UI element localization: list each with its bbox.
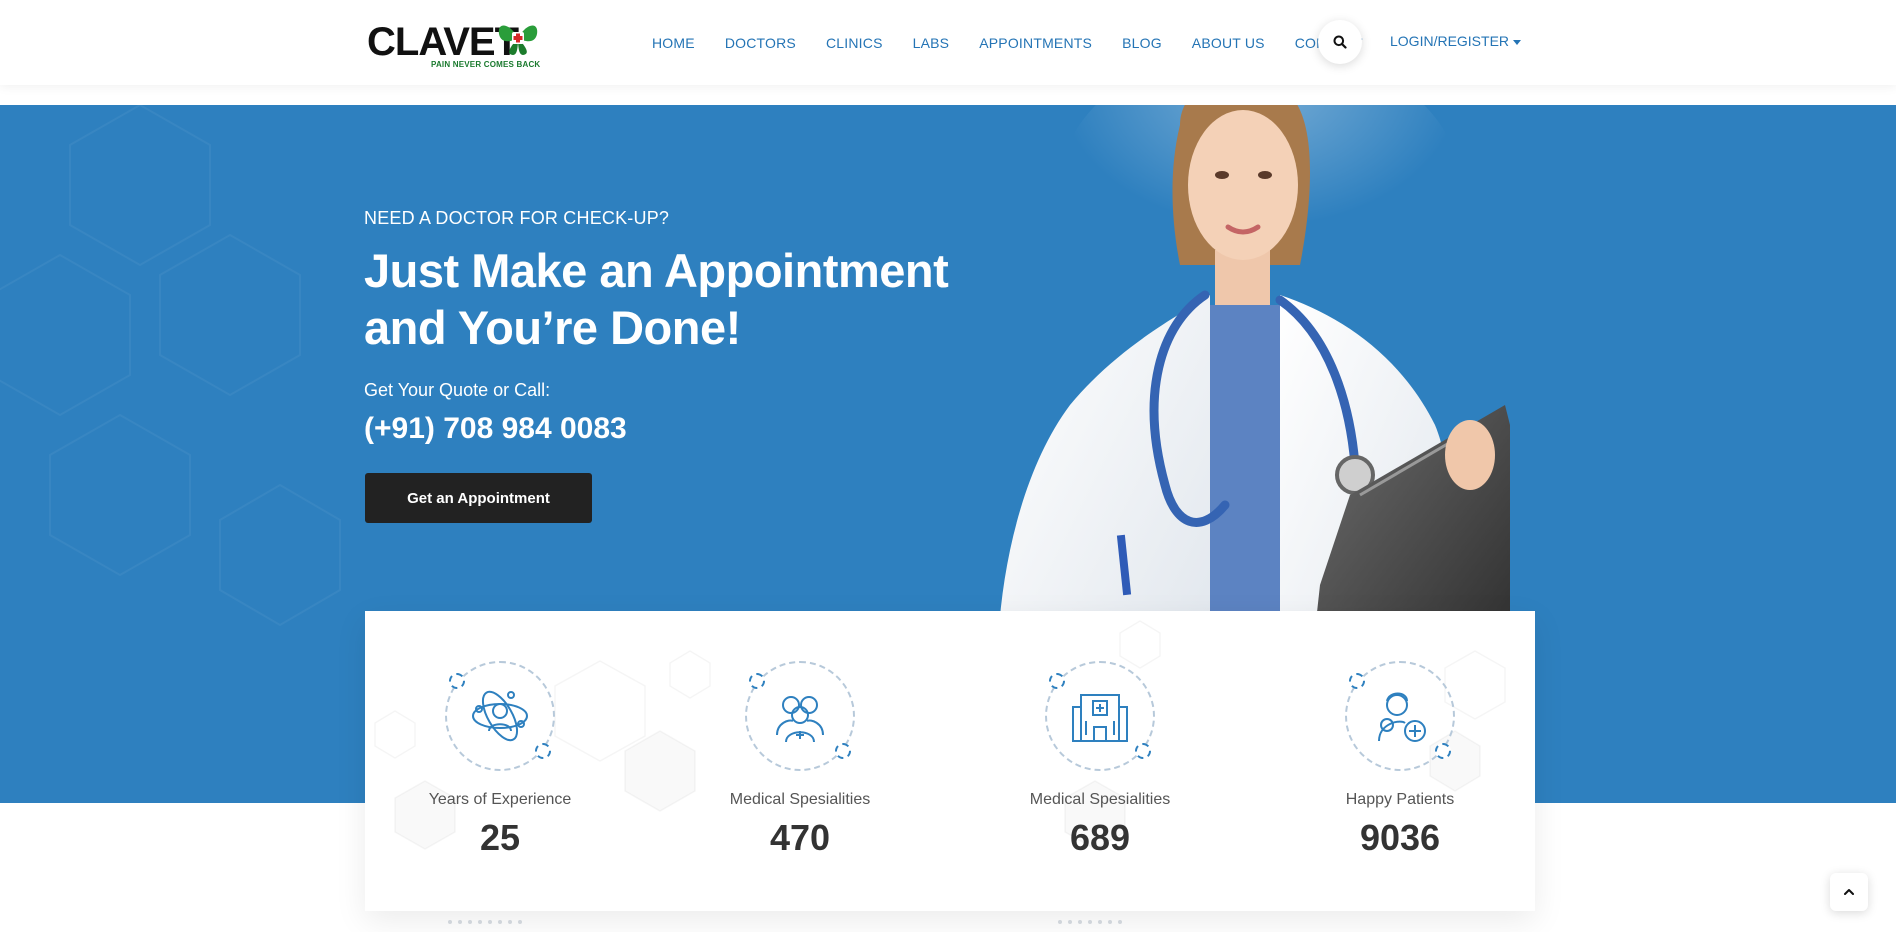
nav-labs[interactable]: LABS bbox=[913, 35, 950, 51]
login-register-dropdown[interactable]: LOGIN/REGISTER bbox=[1390, 33, 1522, 49]
stats-card: Years of Experience 25 Medical Spesialit… bbox=[365, 611, 1535, 911]
medical-team-icon bbox=[776, 696, 824, 743]
stat-icon-circle bbox=[1045, 661, 1155, 771]
decor-dot bbox=[1135, 743, 1151, 759]
decor-dot bbox=[1435, 743, 1451, 759]
doctor-atom-icon bbox=[472, 690, 528, 742]
nav-about-us[interactable]: ABOUT US bbox=[1192, 35, 1265, 51]
stat-happy-patients: Happy Patients 9036 bbox=[1280, 661, 1520, 859]
decor-dot bbox=[535, 743, 551, 759]
decor-dot bbox=[835, 743, 851, 759]
caret-down-icon bbox=[1513, 39, 1522, 45]
happy-patient-icon bbox=[1378, 692, 1426, 742]
stat-medical-specialities-2: Medical Spesialities 689 bbox=[980, 661, 1220, 859]
hospital-icon bbox=[1072, 694, 1128, 742]
hero-phone-number[interactable]: (+91) 708 984 0083 bbox=[364, 412, 627, 446]
nav-blog[interactable]: BLOG bbox=[1122, 35, 1162, 51]
decor-dot bbox=[1049, 673, 1065, 689]
main-nav: HOME DOCTORS CLINICS LABS APPOINTMENTS B… bbox=[652, 0, 1393, 85]
stat-years-of-experience: Years of Experience 25 bbox=[380, 661, 620, 859]
stat-medical-specialities: Medical Spesialities 470 bbox=[680, 661, 920, 859]
site-header: CLAVET PAIN NEVER COMES BACK HOME DOCTOR… bbox=[0, 0, 1896, 85]
stat-label: Happy Patients bbox=[1345, 791, 1455, 808]
stat-icon-circle bbox=[445, 661, 555, 771]
nav-doctors[interactable]: DOCTORS bbox=[725, 35, 796, 51]
nav-clinics[interactable]: CLINICS bbox=[826, 35, 883, 51]
stat-value: 9036 bbox=[1359, 817, 1441, 858]
stat-label: Medical Spesialities bbox=[1029, 791, 1171, 808]
hero-quote-text: Get Your Quote or Call: bbox=[364, 380, 551, 400]
hero-eyebrow: NEED A DOCTOR FOR CHECK-UP? bbox=[364, 208, 670, 228]
logo-tagline: PAIN NEVER COMES BACK bbox=[431, 60, 541, 69]
search-icon bbox=[1333, 35, 1347, 49]
nav-home[interactable]: HOME bbox=[652, 35, 695, 51]
stat-value: 470 bbox=[769, 817, 831, 858]
stat-label: Years of Experience bbox=[428, 791, 572, 808]
dotted-pattern bbox=[448, 920, 1122, 924]
stat-value: 689 bbox=[1069, 817, 1131, 858]
scroll-to-top-button[interactable] bbox=[1830, 873, 1868, 911]
stat-label: Medical Spesialities bbox=[729, 791, 871, 808]
search-button[interactable] bbox=[1318, 20, 1362, 64]
stat-icon-circle bbox=[745, 661, 855, 771]
decor-dot bbox=[1349, 673, 1365, 689]
decor-dot bbox=[749, 673, 765, 689]
stat-value: 25 bbox=[479, 817, 521, 858]
butterfly-cross-icon bbox=[498, 25, 538, 55]
chevron-up-icon bbox=[1844, 889, 1854, 895]
decor-dot bbox=[449, 673, 465, 689]
get-appointment-button[interactable]: Get an Appointment bbox=[365, 473, 592, 523]
stat-icon-circle bbox=[1345, 661, 1455, 771]
nav-appointments[interactable]: APPOINTMENTS bbox=[979, 35, 1092, 51]
login-register-label: LOGIN/REGISTER bbox=[1390, 33, 1510, 49]
site-logo[interactable]: CLAVET PAIN NEVER COMES BACK bbox=[367, 18, 547, 70]
